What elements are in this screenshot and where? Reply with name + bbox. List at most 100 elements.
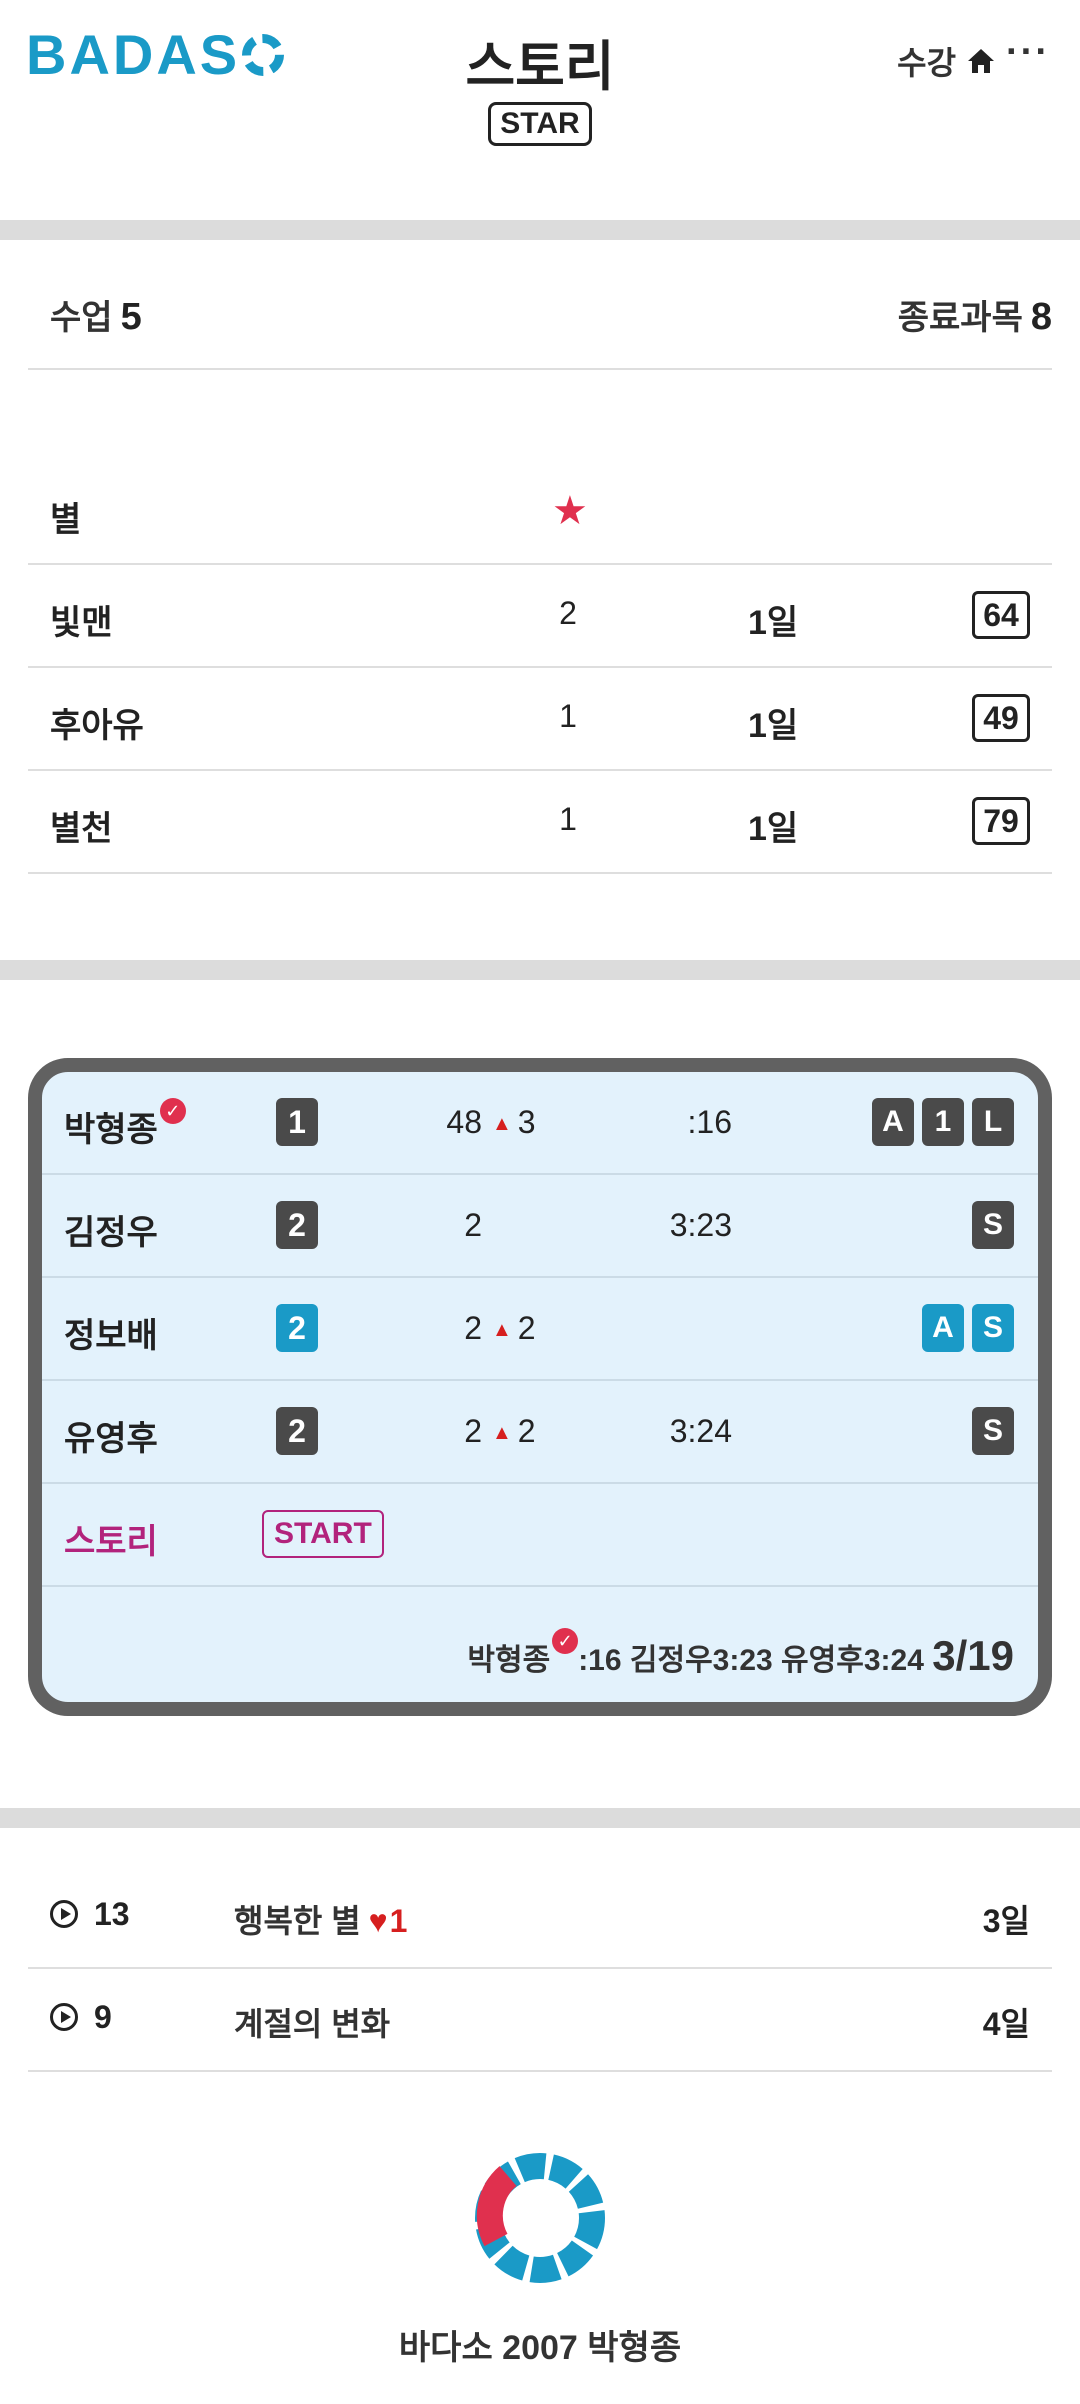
summary-row: 수업 5 종료과목 8 [28, 240, 1052, 370]
ranking-footer-text: 박형종✓:16 김정우3:23 유영후3:24 3/19 [467, 1628, 1014, 1680]
footer-count: 3/19 [932, 1632, 1014, 1679]
ranking-row[interactable]: 박형종 ✓ 1 48 ▲ 3 :16 A 1 L [42, 1072, 1038, 1175]
ranking-up-value: 2 [517, 1310, 536, 1346]
star-row-count: 2 [559, 595, 577, 631]
story-heart-count: 1 [389, 1903, 408, 1939]
section-divider [0, 960, 1080, 980]
ranking-name: 정보배 [64, 1317, 158, 1355]
lessons-summary[interactable]: 수업 5 [50, 290, 142, 339]
star-row[interactable]: 후아유 1 1일 49 [28, 668, 1052, 771]
up-arrow-icon: ▲ [492, 1319, 512, 1342]
section-divider [0, 220, 1080, 240]
story-view-count: 9 [94, 1999, 112, 2035]
verified-check-icon: ✓ [552, 1628, 579, 1654]
ranking-score: 48 [446, 1104, 482, 1140]
ranking-name: 유영후 [64, 1420, 158, 1458]
heart-icon: ♥ [368, 1903, 388, 1939]
ranking-time: 3:23 [669, 1207, 732, 1243]
home-icon[interactable] [966, 47, 996, 75]
ranking-score: 2 [464, 1310, 482, 1346]
grade-badges: A S [922, 1304, 1014, 1352]
star-row-score: 49 [972, 694, 1030, 742]
ranking-row[interactable]: 유영후 2 2 ▲ 2 3:24 S [42, 1381, 1038, 1484]
finished-count: 8 [1030, 296, 1052, 338]
ranking-score: 2 [464, 1413, 482, 1449]
grade-badge: S [972, 1201, 1014, 1249]
star-row-days: 1일 [748, 707, 799, 745]
star-badge[interactable]: STAR [488, 102, 592, 146]
star-header-label: 별 [50, 501, 82, 539]
rank-badge: 2 [276, 1201, 318, 1249]
app-header: BADAS 스토리 STAR 수강 ··· [0, 0, 1080, 220]
grade-badges: S [972, 1201, 1014, 1249]
grade-badge: S [972, 1407, 1014, 1455]
finished-summary[interactable]: 종료과목 8 [898, 290, 1052, 339]
story-age: 3일 [982, 1903, 1030, 1939]
grade-badge: A [872, 1098, 914, 1146]
more-menu-icon[interactable]: ··· [1006, 33, 1050, 71]
badaso-ring-logo [470, 2148, 610, 2288]
ranking-name: 박형종 ✓ [64, 1098, 186, 1151]
finished-label: 종료과목 [897, 299, 1023, 337]
verified-check-icon: ✓ [159, 1098, 186, 1124]
grade-badges: S [972, 1407, 1014, 1455]
star-row-name: 빛맨 [50, 604, 113, 642]
grade-badge: 1 [922, 1098, 964, 1146]
star-row-score: 64 [972, 591, 1030, 639]
star-row-name: 별천 [50, 810, 113, 848]
grade-badge: L [972, 1098, 1014, 1146]
footer-times: :16 김정우3:23 유영후3:24 [578, 1644, 924, 1677]
ranking-time: :16 [687, 1104, 732, 1140]
start-button[interactable]: START [262, 1510, 384, 1558]
ranking-up: ▲ 2 [492, 1413, 536, 1450]
story-label: 스토리 [64, 1523, 158, 1561]
star-row-count: 1 [559, 801, 577, 837]
story-list: 13 행복한 별 ♥1 3일 9 계절의 변화 4일 [28, 1866, 1052, 2072]
ranking-time: 3:24 [669, 1413, 732, 1449]
ranking-up: ▲ 2 [492, 1310, 536, 1347]
star-row[interactable]: 별천 1 1일 79 [28, 771, 1052, 874]
up-arrow-icon: ▲ [492, 1422, 512, 1445]
ranking-name-text: 박형종 [64, 1111, 158, 1149]
rank-badge: 2 [276, 1304, 318, 1352]
star-row-days: 1일 [748, 604, 799, 642]
grade-badge: A [922, 1304, 964, 1352]
rank-badge: 1 [276, 1098, 318, 1146]
footer-leader-name: 박형종 [467, 1644, 551, 1677]
enroll-link[interactable]: 수강 [897, 38, 956, 84]
star-row-score: 79 [972, 797, 1030, 845]
header-actions: 수강 ··· [897, 33, 1050, 84]
grade-badge: S [972, 1304, 1014, 1352]
story-title: 행복한 별 ♥1 [234, 1896, 407, 1942]
star-icon: ★ [552, 489, 588, 533]
ranking-name: 김정우 [64, 1214, 158, 1252]
ranking-up-value: 3 [517, 1104, 536, 1140]
star-table: 별 ★ 빛맨 2 1일 64 후아유 1 1일 49 별천 1 1일 79 [28, 462, 1052, 874]
story-title: 계절의 변화 [234, 2006, 391, 2042]
star-row-count: 1 [559, 698, 577, 734]
play-icon [50, 1900, 78, 1928]
up-arrow-icon: ▲ [492, 1113, 512, 1136]
ranking-row[interactable]: 정보배 2 2 ▲ 2 A S [42, 1278, 1038, 1381]
story-item[interactable]: 9 계절의 변화 4일 [28, 1969, 1052, 2072]
rank-badge: 2 [276, 1407, 318, 1455]
story-start-row: 스토리 START [42, 1484, 1038, 1587]
ranking-up-value: 2 [517, 1413, 536, 1449]
story-view-count: 13 [94, 1896, 130, 1932]
star-row-name: 후아유 [50, 707, 144, 745]
story-age: 4일 [982, 2006, 1030, 2042]
lessons-label: 수업 [50, 299, 113, 337]
star-row-days: 1일 [748, 810, 799, 848]
grade-badges: A 1 L [872, 1098, 1014, 1146]
ranking-card: 박형종 ✓ 1 48 ▲ 3 :16 A 1 L 김정우 2 2 3:23 S 정보… [28, 1058, 1052, 1716]
ranking-footer: 박형종✓:16 김정우3:23 유영후3:24 3/19 [42, 1602, 1038, 1702]
ranking-score: 2 [464, 1207, 482, 1243]
ranking-up: ▲ 3 [492, 1104, 536, 1141]
section-divider [0, 1808, 1080, 1828]
ranking-row[interactable]: 김정우 2 2 3:23 S [42, 1175, 1038, 1278]
star-row[interactable]: 빛맨 2 1일 64 [28, 565, 1052, 668]
lessons-count: 5 [120, 296, 142, 338]
story-item[interactable]: 13 행복한 별 ♥1 3일 [28, 1866, 1052, 1969]
story-title-text: 행복한 별 [234, 1903, 361, 1939]
footer-caption: 바다소 2007 박형종 [398, 2329, 682, 2367]
